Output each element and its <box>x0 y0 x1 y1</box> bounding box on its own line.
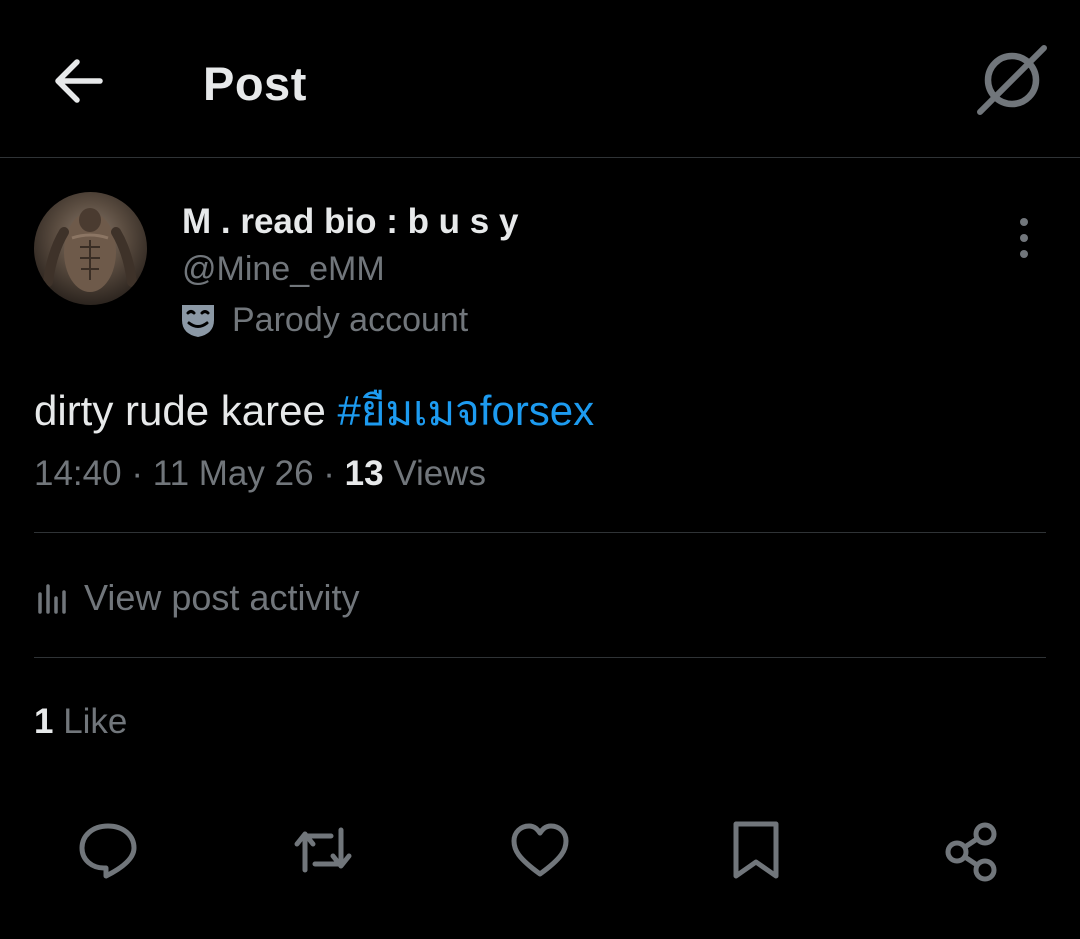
post-time[interactable]: 14:40 <box>34 454 122 493</box>
parody-label: Parody account <box>232 300 469 339</box>
hashtag-link[interactable]: #ยืมเมจforsex <box>337 387 594 434</box>
divider <box>34 657 1046 658</box>
reply-icon <box>79 823 137 879</box>
grok-button[interactable] <box>972 44 1048 120</box>
meta-separator: · <box>121 454 153 493</box>
repost-icon <box>294 827 352 873</box>
post-body-text: dirty rude karee <box>34 387 338 434</box>
likes-count: 1 <box>34 702 54 741</box>
back-button[interactable] <box>48 50 110 112</box>
avatar[interactable] <box>34 192 147 305</box>
parody-badge: Parody account <box>178 298 468 342</box>
repost-button[interactable] <box>287 814 359 886</box>
bookmark-icon <box>733 821 779 879</box>
likes-label: Like <box>53 702 128 741</box>
post-text: dirty rude karee #ยืมเมจforsex <box>34 378 594 444</box>
like-icon <box>511 823 569 877</box>
share-button[interactable] <box>935 814 1007 886</box>
views-label: Views <box>383 454 487 493</box>
more-vertical-icon <box>1020 218 1028 258</box>
post-meta: 14:40 · 11 May 26 · 13 Views <box>34 454 486 494</box>
analytics-icon <box>38 584 66 614</box>
top-app-bar: Post <box>0 0 1080 158</box>
view-post-activity-button[interactable]: View post activity <box>34 574 359 622</box>
like-button[interactable] <box>504 814 576 886</box>
action-bar <box>0 814 1080 890</box>
share-icon <box>945 822 997 882</box>
divider <box>34 532 1046 533</box>
views-count: 13 <box>344 454 384 493</box>
arrow-left-icon <box>55 59 103 103</box>
likes-count-link[interactable]: 1 Like <box>34 702 127 742</box>
meta-separator: · <box>313 454 345 493</box>
author-handle[interactable]: @Mine_eMM <box>182 250 385 289</box>
page-title: Post <box>203 57 307 110</box>
reply-button[interactable] <box>72 814 144 886</box>
more-options-button[interactable] <box>1004 214 1044 262</box>
avatar-image <box>43 208 137 292</box>
view-post-activity-label: View post activity <box>84 577 360 618</box>
post-date[interactable]: 11 May 26 <box>153 454 314 493</box>
bookmark-button[interactable] <box>720 814 792 886</box>
grok-icon <box>977 45 1047 115</box>
parody-mask-icon <box>182 305 214 337</box>
author-display-name[interactable]: M . read bio : b u s y <box>182 202 518 242</box>
post-detail-screen: Post M . read bio : b u s y @Mine_eMM Pa… <box>0 0 1080 939</box>
